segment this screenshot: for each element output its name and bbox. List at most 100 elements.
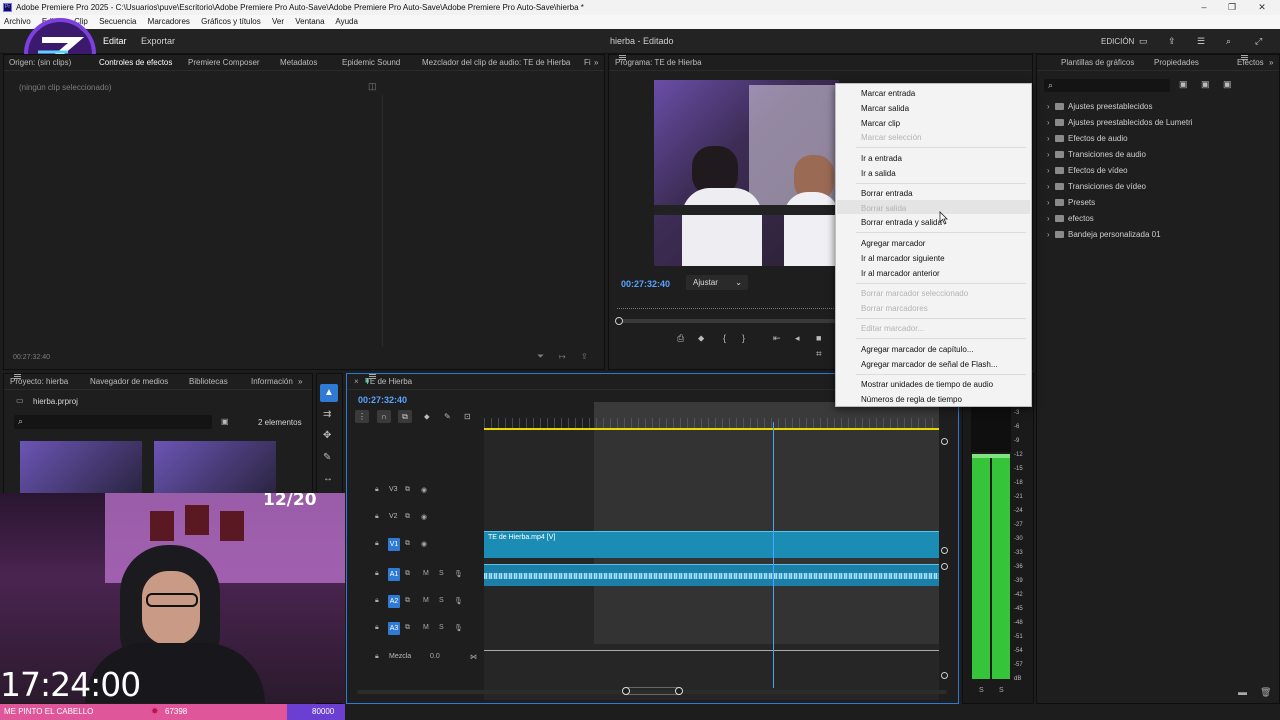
tab-premiere-composer[interactable]: Premiere Composer [188, 55, 260, 70]
tab-editar[interactable]: Editar [103, 36, 127, 46]
lock-icon[interactable]: 🔒︎ [375, 513, 379, 521]
fx-efectos-custom[interactable]: › efectos [1047, 212, 1094, 226]
snap-icon[interactable]: ∩ [377, 410, 391, 423]
more-tabs-project-icon[interactable]: » [298, 374, 302, 389]
menu-item-marcador-anterior[interactable]: Ir al marcador anterior [861, 269, 940, 278]
zoom-fit-dropdown[interactable]: Ajustar ⌄ [686, 275, 748, 290]
track-target-v1[interactable]: V1 [388, 538, 400, 551]
more-tabs-icon[interactable]: » [594, 55, 598, 70]
mic-icon[interactable]: 🎙︎ [454, 624, 463, 632]
tab-informacion[interactable]: Información [251, 374, 293, 389]
linked-selection-icon[interactable]: ⧉ [398, 410, 412, 423]
eye-icon[interactable]: ◉ [421, 540, 427, 548]
menu-marcadores[interactable]: Marcadores [148, 17, 190, 26]
tab-navegador-medios[interactable]: Navegador de medios [90, 374, 168, 389]
solo-button[interactable]: S [439, 597, 444, 604]
track-target-a2[interactable]: A2 [388, 595, 400, 608]
filter-icon[interactable]: ⏷ [537, 351, 544, 362]
mark-in-icon[interactable]: { [723, 333, 726, 343]
captions-icon[interactable]: ⊡ [464, 412, 471, 421]
lift-icon[interactable]: ⎙ [677, 333, 684, 344]
mute-button[interactable]: M [423, 570, 429, 577]
video-clip[interactable]: TE de Hierba.mp4 [V] [484, 531, 939, 558]
vscroll-handle-audio[interactable] [941, 563, 948, 570]
maximize-button[interactable]: ❐ [1218, 0, 1246, 15]
track-target-a3[interactable]: A3 [388, 622, 400, 635]
lock-icon[interactable]: 🔒︎ [375, 624, 379, 632]
sync-icon[interactable]: ⧉ [405, 513, 410, 521]
solo-right[interactable]: S [999, 687, 1004, 694]
mute-button[interactable]: M [423, 597, 429, 604]
menu-item-ir-a-entrada[interactable]: Ir a entrada [861, 154, 902, 163]
h-scroll-thumb[interactable] [626, 687, 680, 695]
new-bin-icon[interactable]: ▣ [1179, 79, 1188, 90]
eye-icon[interactable]: ◉ [421, 486, 427, 494]
vscroll-handle-top[interactable] [941, 438, 948, 445]
mic-icon[interactable]: 🎙︎ [454, 597, 463, 605]
close-sequence-icon[interactable]: × [354, 374, 359, 389]
panel-layout-icon[interactable]: ▭ [1139, 36, 1148, 47]
new-folder-icon[interactable]: ▬ [1238, 687, 1247, 697]
tab-metadatos[interactable]: Metadatos [280, 55, 317, 70]
sync-icon[interactable]: ⧉ [405, 570, 410, 578]
grid-settings-icon[interactable]: ⌗ [816, 349, 822, 360]
tab-fi[interactable]: Fi [584, 55, 591, 70]
slip-tool-icon[interactable]: ↔ [323, 473, 333, 484]
fx-ajustes-preestablecidos[interactable]: › Ajustes preestablecidos [1047, 100, 1153, 114]
toggle-panel-icon[interactable]: ◫ [368, 81, 377, 92]
eye-icon[interactable]: ◉ [421, 513, 427, 521]
minimize-button[interactable]: – [1190, 0, 1218, 15]
ripple-edit-icon[interactable]: ✥ [323, 430, 331, 441]
menu-item-marcar-salida[interactable]: Marcar salida [861, 104, 909, 113]
tab-exportar[interactable]: Exportar [141, 36, 175, 46]
menu-ayuda[interactable]: Ayuda [335, 17, 358, 26]
selection-tool-icon[interactable]: ▲ [320, 384, 338, 402]
more-tabs-icon-right[interactable]: » [1269, 55, 1273, 70]
solo-button[interactable]: S [439, 570, 444, 577]
tab-propiedades[interactable]: Propiedades [1154, 55, 1199, 70]
export-frame-icon[interactable]: ↦ [559, 352, 566, 361]
playhead[interactable] [773, 422, 775, 688]
h-scroll-left-handle[interactable] [622, 687, 630, 695]
share-icon[interactable]: ⇪ [1168, 36, 1176, 47]
menu-ventana[interactable]: Ventana [295, 17, 324, 26]
menu-item-marcar-clip[interactable]: Marcar clip [861, 119, 900, 128]
project-thumbnail-1[interactable] [20, 441, 142, 495]
menu-item-borrar-entrada-salida[interactable]: Borrar entrada y salida [861, 218, 942, 227]
vscroll-handle-mid[interactable] [941, 547, 948, 554]
menu-item-agregar-marcador[interactable]: Agregar marcador [861, 239, 925, 248]
timeline-settings-icon[interactable]: ✎ [444, 412, 451, 421]
fx-efectos-video[interactable]: › Efectos de vídeo [1047, 164, 1128, 178]
insert-nest-icon[interactable]: ⋮ [355, 410, 369, 423]
menu-item-unidades-audio[interactable]: Mostrar unidades de tiempo de audio [861, 380, 993, 389]
mix-value[interactable]: 0.0 [430, 653, 440, 660]
fx-transiciones-video[interactable]: › Transiciones de vídeo [1047, 180, 1146, 194]
stop-icon[interactable]: ■ [816, 333, 821, 343]
step-back-icon[interactable]: ◂ [795, 333, 800, 344]
track-select-icon[interactable]: ⇉ [323, 409, 331, 420]
tab-controles-efectos[interactable]: Controles de efectos [99, 55, 172, 70]
audio-clip-a1[interactable] [484, 564, 939, 586]
program-video-frame[interactable] [654, 80, 839, 266]
tab-mezclador-audio[interactable]: Mezclador del clip de audio: TE de Hierb… [422, 55, 570, 70]
tab-origen[interactable]: Origen: (sin clips) [9, 55, 71, 70]
workspace-name[interactable]: EDICIÓN [1101, 37, 1134, 46]
lock-icon[interactable]: 🔒︎ [375, 540, 379, 548]
close-window-button[interactable]: ✕ [1248, 0, 1276, 15]
mic-icon[interactable]: 🎙︎ [454, 570, 463, 578]
menu-item-ir-a-salida[interactable]: Ir a salida [861, 169, 896, 178]
menu-item-borrar-entrada[interactable]: Borrar entrada [861, 189, 913, 198]
menu-item-marcar-entrada[interactable]: Marcar entrada [861, 89, 915, 98]
fx-presets[interactable]: › Presets [1047, 196, 1095, 210]
lock-icon[interactable]: 🔒︎ [375, 570, 379, 578]
lock-icon[interactable]: 🔒︎ [375, 486, 379, 494]
bin-icon[interactable]: ▣ [221, 417, 229, 426]
menu-secuencia[interactable]: Secuencia [99, 17, 136, 26]
share-small-icon[interactable]: ⇪ [581, 352, 588, 361]
scrub-handle[interactable] [615, 317, 623, 325]
accelerated-icon[interactable]: ▣ [1201, 79, 1210, 90]
menu-item-marcador-capitulo[interactable]: Agregar marcador de capítulo... [861, 345, 974, 354]
fullscreen-icon[interactable]: ⤢ [1255, 36, 1262, 47]
yuv-icon[interactable]: ▣ [1223, 79, 1232, 90]
add-marker-icon[interactable]: ⬥ [698, 333, 704, 344]
